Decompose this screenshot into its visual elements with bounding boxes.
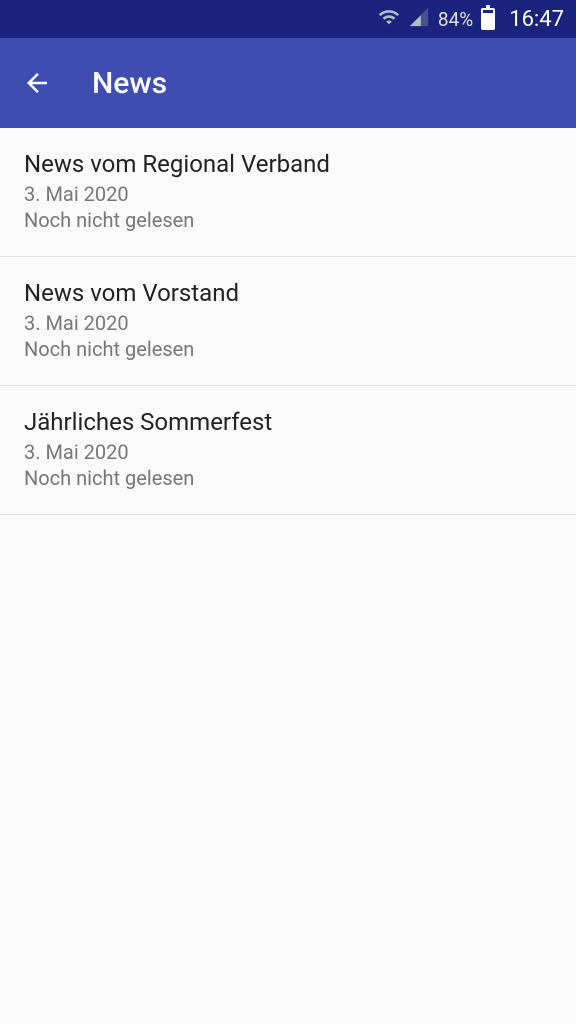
wifi-icon xyxy=(378,6,400,33)
news-item[interactable]: Jährliches Sommerfest 3. Mai 2020 Noch n… xyxy=(0,386,576,515)
app-bar: News xyxy=(0,38,576,128)
status-bar: 84% 16:47 xyxy=(0,0,576,38)
news-status: Noch nicht gelesen xyxy=(24,337,552,361)
news-list: News vom Regional Verband 3. Mai 2020 No… xyxy=(0,128,576,515)
news-title: News vom Vorstand xyxy=(24,279,552,307)
news-date: 3. Mai 2020 xyxy=(24,440,552,464)
news-date: 3. Mai 2020 xyxy=(24,182,552,206)
battery-percent: 84% xyxy=(438,8,473,31)
back-button[interactable] xyxy=(22,68,52,98)
signal-icon xyxy=(408,6,430,33)
news-item[interactable]: News vom Vorstand 3. Mai 2020 Noch nicht… xyxy=(0,257,576,386)
news-status: Noch nicht gelesen xyxy=(24,466,552,490)
news-item[interactable]: News vom Regional Verband 3. Mai 2020 No… xyxy=(0,128,576,257)
page-title: News xyxy=(92,66,167,101)
news-date: 3. Mai 2020 xyxy=(24,311,552,335)
news-status: Noch nicht gelesen xyxy=(24,208,552,232)
status-time: 16:47 xyxy=(509,7,564,32)
news-title: Jährliches Sommerfest xyxy=(24,408,552,436)
battery-icon xyxy=(481,8,495,30)
news-title: News vom Regional Verband xyxy=(24,150,552,178)
